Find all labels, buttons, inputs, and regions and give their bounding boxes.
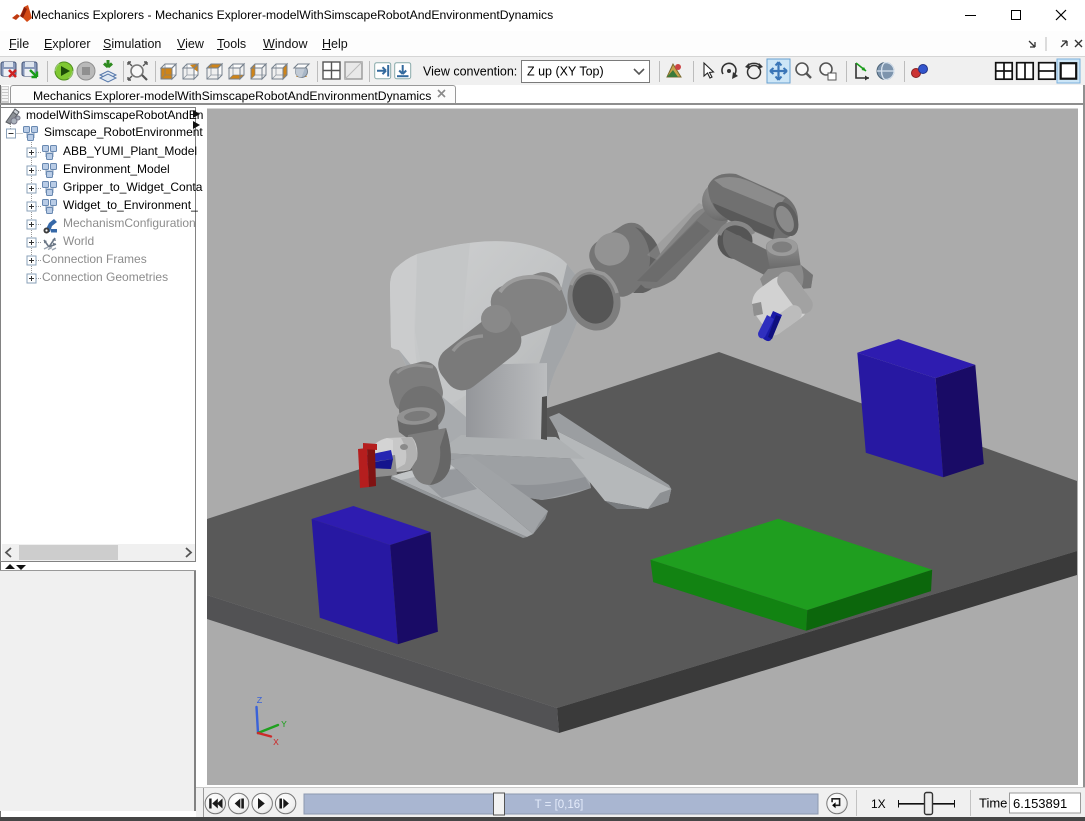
svg-text:6.153891: 6.153891 [1013, 796, 1067, 811]
svg-text:Z: Z [257, 695, 263, 706]
svg-text:Z up (XY Top): Z up (XY Top) [527, 65, 604, 79]
svg-text:View convention:: View convention: [423, 65, 517, 79]
svg-text:T = [0,16]: T = [0,16] [535, 799, 584, 811]
svg-text:Y: Y [281, 719, 287, 730]
svg-text:1X: 1X [871, 797, 886, 811]
svg-text:Time: Time [979, 796, 1007, 811]
svg-text:X: X [273, 737, 279, 748]
